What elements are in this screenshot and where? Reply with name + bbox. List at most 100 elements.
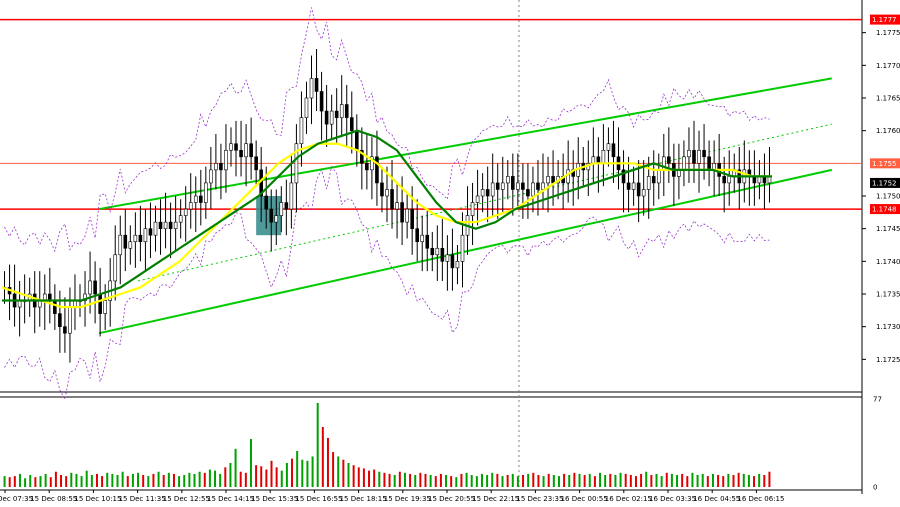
candle-body bbox=[485, 189, 490, 197]
candle-body bbox=[636, 182, 641, 197]
price-tick-label: 1.1725 bbox=[876, 356, 900, 364]
time-tick-label: 15 Dec 11:35 bbox=[119, 495, 166, 503]
candle-body bbox=[93, 280, 97, 295]
candle-body bbox=[224, 149, 228, 171]
candle-body bbox=[667, 156, 671, 164]
candle-body bbox=[334, 110, 339, 118]
candle-body bbox=[697, 149, 701, 164]
candle-body bbox=[375, 156, 379, 184]
time-tick-label: 15 Dec 10:15 bbox=[74, 495, 121, 503]
candle-body bbox=[299, 117, 304, 145]
candle-body bbox=[380, 182, 384, 197]
price-tick-label: 1.1760 bbox=[876, 127, 900, 135]
candle-body bbox=[249, 143, 253, 158]
candle-body bbox=[470, 202, 475, 216]
candle-body bbox=[641, 189, 646, 197]
time-tick-label: 16 Dec 02:15 bbox=[605, 495, 652, 503]
candle-body bbox=[415, 228, 419, 243]
candle-body bbox=[707, 156, 711, 171]
candle-body bbox=[349, 117, 354, 131]
candle-body bbox=[269, 208, 274, 223]
time-tick-label: 15 Dec 16:55 bbox=[295, 495, 342, 503]
time-tick-label: 16 Dec 00:55 bbox=[561, 495, 608, 503]
candle-body bbox=[656, 169, 661, 184]
candle-body bbox=[198, 195, 203, 203]
candle-body bbox=[63, 326, 67, 334]
candle-body bbox=[611, 143, 616, 158]
candle-body bbox=[123, 234, 128, 249]
candle-body bbox=[566, 169, 570, 184]
candle-body bbox=[551, 176, 555, 184]
volume-tick-label: 77 bbox=[873, 396, 882, 404]
candle-body bbox=[98, 293, 102, 314]
candle-body bbox=[390, 189, 394, 210]
candle-body bbox=[400, 202, 404, 223]
time-tick-label: 15 Dec 19:35 bbox=[384, 495, 431, 503]
candle-body bbox=[365, 163, 369, 171]
candle-body bbox=[133, 234, 138, 243]
channel-mid-dotted bbox=[137, 123, 832, 282]
candle-body bbox=[183, 208, 188, 216]
current-price-label: 1.1752 bbox=[872, 179, 897, 187]
candle-body bbox=[229, 143, 233, 151]
candle-body bbox=[244, 143, 248, 158]
time-tick-label: 15 Dec 20:55 bbox=[428, 495, 475, 503]
candle-body bbox=[495, 182, 500, 190]
candle-body bbox=[500, 182, 505, 190]
candle-body bbox=[339, 104, 344, 118]
candle-body bbox=[546, 176, 550, 184]
candle-body bbox=[541, 182, 545, 190]
candle-body bbox=[480, 189, 485, 197]
candle-body bbox=[702, 149, 706, 158]
candle-body bbox=[68, 306, 72, 334]
candle-body bbox=[727, 176, 732, 184]
candle-body bbox=[425, 234, 430, 249]
price-tick-label: 1.1750 bbox=[876, 193, 900, 201]
candle-body bbox=[53, 300, 57, 314]
candle-body bbox=[344, 104, 349, 118]
candle-body bbox=[687, 149, 691, 158]
candle-body bbox=[274, 215, 279, 223]
candle-body bbox=[420, 234, 425, 243]
candle-body bbox=[606, 143, 611, 151]
candle-body bbox=[395, 202, 399, 210]
candle-body bbox=[355, 130, 359, 151]
time-tick-label: 16 Dec 06:15 bbox=[737, 495, 784, 503]
candle-body bbox=[722, 176, 726, 184]
candle-body bbox=[692, 149, 696, 164]
candle-body bbox=[128, 241, 133, 249]
candle-body bbox=[475, 195, 480, 203]
candle-body bbox=[319, 91, 324, 112]
candle-body bbox=[445, 254, 450, 262]
candle-body bbox=[526, 189, 530, 197]
candle-body bbox=[204, 182, 208, 203]
candle-body bbox=[405, 208, 409, 223]
candle-body bbox=[631, 182, 636, 190]
price-axis-ticks: 1.1775 1.1770 1.1765 1.1760 1.1750 1.1745 1.17… bbox=[862, 29, 900, 364]
candle-body bbox=[173, 221, 178, 229]
volume-tick-label: 0 bbox=[873, 484, 877, 492]
candle-body bbox=[254, 156, 258, 171]
candle-body bbox=[209, 169, 213, 184]
time-tick-label: 15 Dec 07:35 bbox=[0, 495, 33, 503]
candle-body bbox=[450, 254, 455, 269]
candle-body bbox=[460, 234, 465, 262]
price-tick-label: 1.1745 bbox=[876, 225, 900, 233]
candle-body bbox=[219, 163, 223, 171]
time-tick-label: 15 Dec 14:15 bbox=[207, 495, 254, 503]
price-tick-label: 1.1735 bbox=[876, 291, 900, 299]
candle-body bbox=[264, 195, 269, 210]
candle-body bbox=[309, 78, 314, 99]
candle-body bbox=[410, 208, 414, 229]
candle-body bbox=[178, 215, 183, 223]
price-chart: 1.1775 1.1770 1.1765 1.1760 1.1750 1.1745 1.17… bbox=[0, 0, 900, 503]
channel-lower-line bbox=[98, 168, 833, 335]
candle-body bbox=[138, 234, 143, 243]
candle-body bbox=[284, 202, 289, 210]
time-tick-label: 15 Dec 22:15 bbox=[472, 495, 519, 503]
candle-body bbox=[490, 182, 495, 197]
time-tick-label: 15 Dec 12:55 bbox=[163, 495, 210, 503]
candle-body bbox=[516, 182, 520, 190]
candle-body bbox=[158, 221, 163, 229]
candle-body bbox=[118, 234, 123, 256]
